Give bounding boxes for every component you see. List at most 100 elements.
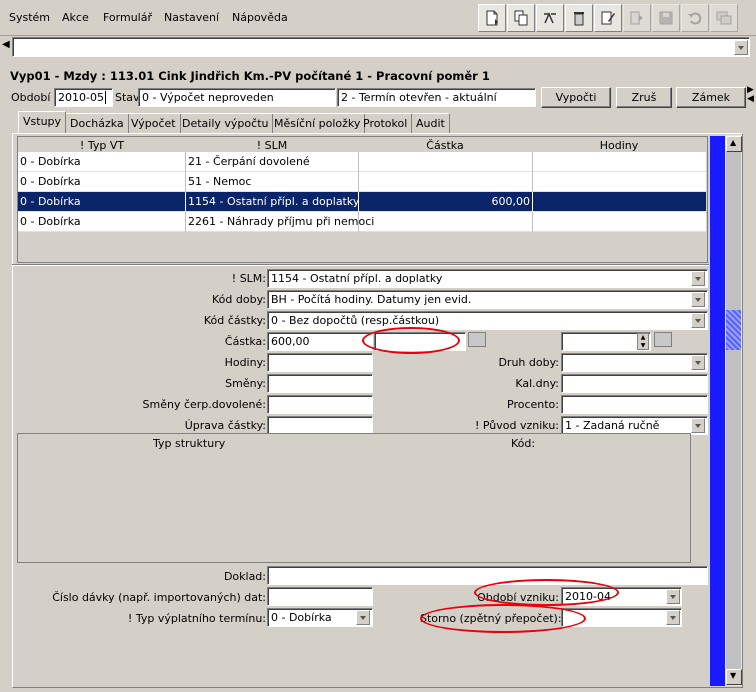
col-header-typ-vt[interactable]: ! Typ VT [18,139,186,152]
table-row[interactable]: 0 - Dobírka 21 - Čerpání dovolené [18,152,706,172]
druh-doby-field[interactable] [561,353,708,372]
druh-doby-dropdown-button[interactable] [691,355,705,370]
tab-dochazka[interactable]: Docházka [66,113,129,133]
scroll-grip[interactable] [726,310,741,350]
delete-icon [574,12,584,26]
splitter[interactable] [12,264,709,266]
cell-typ-vt: 0 - Dobírka [20,215,81,228]
castka-label: Částka: [224,335,266,348]
table-row[interactable]: 0 - Dobírka 51 - Nemoc [18,172,706,192]
tab-detaily-vypoctu[interactable]: Detaily výpočtu [178,113,274,133]
cascade-windows-button[interactable] [710,4,738,32]
table-row-selected[interactable]: 0 - Dobírka 1154 - Ostatní přípl. a dopl… [18,192,706,212]
edit-link-button[interactable] [536,4,564,32]
status-field: 0 - Výpočet neproveden [138,88,336,107]
kod-castky-field[interactable]: 0 - Bez dopočtů (resp.částkou) [267,311,708,330]
procento-field[interactable] [561,395,708,414]
command-dropdown-button[interactable] [734,40,748,55]
typ-vyplatniho-dropdown-button[interactable] [356,610,370,625]
obdobi-vzniku-label: Období vzniku: [477,591,559,604]
puvod-dropdown-button[interactable] [691,418,705,433]
obdobi-vzniku-field[interactable]: 2010-04 [561,587,682,606]
slm-dropdown-button[interactable] [691,271,705,286]
obdobi-vzniku-dropdown-button[interactable] [666,589,680,604]
calculate-button[interactable]: Vypočti [541,87,611,108]
kod-castky-dropdown-button[interactable] [691,313,705,328]
save-button[interactable] [652,4,680,32]
spin-lookup-button[interactable] [654,332,672,347]
delete-button[interactable] [565,4,593,32]
tab-vstupy[interactable]: Vstupy [18,111,67,134]
doklad-field[interactable] [267,566,708,585]
menu-akce[interactable]: Akce [62,11,89,24]
period-field[interactable]: 2010-05 [54,88,113,107]
scrollbar-track[interactable] [726,152,741,669]
spin-buttons[interactable]: ▲ ▼ [637,333,649,350]
hodiny-field[interactable] [267,353,373,372]
cascade-windows-icon [716,11,732,25]
text-cursor [104,91,106,104]
storno-field[interactable] [561,608,682,627]
menu-formular[interactable]: Formulář [103,11,152,24]
edit-link-icon [544,12,556,24]
command-input[interactable] [12,37,750,57]
druh-doby-label: Druh doby: [498,356,559,369]
copy-record-button[interactable] [507,4,535,32]
tab-audit[interactable]: Audit [412,113,450,133]
storno-dropdown-button[interactable] [666,610,680,625]
command-bar: ◀ [0,36,756,60]
kod-doby-field[interactable]: BH - Počítá hodiny. Datumy jen evid. [267,290,708,309]
cislo-davky-field[interactable] [267,587,373,606]
cancel-button[interactable]: Zruš [616,87,672,108]
smeny-label: Směny: [225,377,266,390]
puvod-label: ! Původ vzniku: [474,419,559,432]
forward-button[interactable] [623,4,651,32]
typ-struktury-header: Typ struktury [153,437,226,450]
cislo-davky-label: Číslo dávky (např. importovaných) dat: [52,591,266,604]
edit-note-icon [601,11,615,25]
hodiny-label: Hodiny: [224,356,266,369]
kod-header: Kód: [511,437,536,450]
new-record-icon [486,10,498,26]
doklad-label: Doklad: [223,570,266,583]
menu-napoveda[interactable]: Nápověda [232,11,288,24]
period-label: Období [11,91,51,104]
currency-lookup-button[interactable] [468,332,486,347]
tab-mesicni-polozky[interactable]: Měsíční položky [270,113,366,133]
copy-record-icon [514,10,528,26]
kod-doby-dropdown-button[interactable] [691,292,705,307]
col-header-slm[interactable]: ! SLM [186,139,358,152]
uprava-label: Úprava částky: [184,419,266,432]
menu-system[interactable]: Systém [9,11,50,24]
table-row[interactable]: 0 - Dobírka 2261 - Náhrady příjmu při ne… [18,212,706,232]
period-value: 2010-05 [58,91,104,104]
cell-typ-vt: 0 - Dobírka [20,175,81,188]
slm-label: ! SLM: [231,272,266,285]
tab-protokol[interactable]: Protokol [359,113,413,133]
menu-nastaveni[interactable]: Nastavení [164,11,219,24]
cell-slm: 1154 - Ostatní přípl. a doplatky [188,195,360,208]
smeny-cerp-label: Směny čerp.dovolené: [142,398,266,411]
new-record-button[interactable] [478,4,506,32]
castka-field[interactable]: 600,00 [267,332,373,351]
slm-field[interactable]: 1154 - Ostatní přípl. a doplatky [267,269,708,288]
currency-field[interactable] [374,332,466,351]
smeny-field[interactable] [267,374,373,393]
scroll-right-icon: ▶ ◀ [747,85,754,104]
kod-castky-label: Kód částky: [203,314,266,327]
lock-button[interactable]: Zámek [676,87,746,108]
typ-vyplatniho-label: ! Typ výplatního termínu: [127,612,266,625]
kal-dny-label: Kal.dny: [515,377,559,390]
scrollbar-thumb[interactable] [710,136,725,686]
status-label: Stav [115,91,140,104]
edit-note-button[interactable] [594,4,622,32]
procento-label: Procento: [507,398,559,411]
kal-dny-field[interactable] [561,374,708,393]
col-header-hodiny[interactable]: Hodiny [532,139,706,152]
undo-button[interactable] [681,4,709,32]
smeny-cerp-field[interactable] [267,395,373,414]
col-header-castka[interactable]: Částka [358,139,532,152]
page-title: Vyp01 - Mzdy : 113.01 Cink Jindřich Km.-… [10,69,490,83]
cell-castka: 600,00 [491,195,531,208]
tab-vypocet[interactable]: Výpočet [127,113,181,133]
